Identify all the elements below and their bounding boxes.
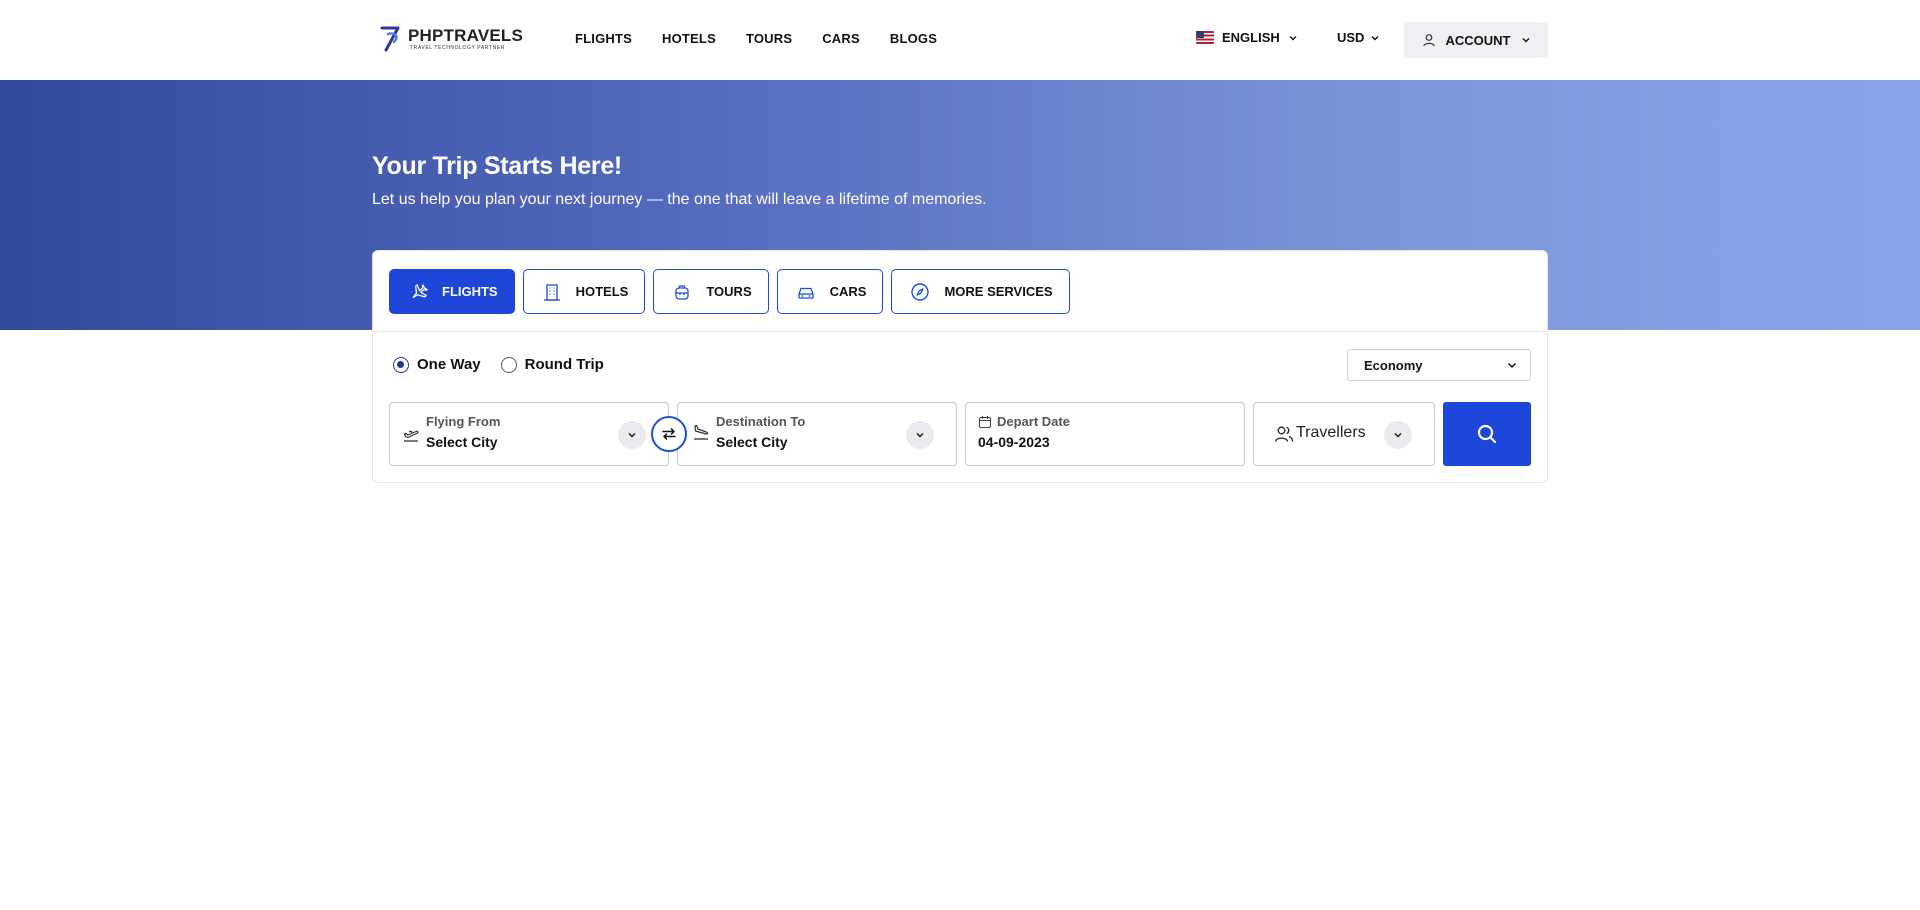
tab-cars[interactable]: CARS <box>776 269 884 314</box>
radio-round-trip[interactable]: Round Trip <box>500 356 604 373</box>
car-icon <box>797 287 814 299</box>
destination-value: Select City <box>716 434 788 450</box>
destination-dropdown[interactable] <box>906 421 934 449</box>
user-icon <box>1422 34 1435 47</box>
brand-logo[interactable]: PHPTRAVELS TRAVEL TECHNOLOGY PARTNER <box>378 24 523 54</box>
destination-field[interactable]: Destination To Select City <box>677 402 957 466</box>
cabin-class-value: Economy <box>1364 357 1423 373</box>
landing-icon <box>694 424 709 440</box>
users-icon <box>1274 426 1294 442</box>
flying-from-field[interactable]: Flying From Select City <box>389 402 669 466</box>
chevron-down-icon <box>1289 35 1297 40</box>
tab-label: MORE SERVICES <box>944 284 1053 299</box>
depart-date-value: 04-09-2023 <box>978 434 1050 450</box>
radio-unselected-icon <box>500 356 517 373</box>
destination-label: Destination To <box>716 414 806 429</box>
tab-hotels[interactable]: HOTELS <box>522 269 646 314</box>
nav-blogs[interactable]: BLOGS <box>890 31 937 46</box>
travellers-dropdown[interactable] <box>1384 421 1412 449</box>
trip-type-group: One Way Round Trip <box>393 356 604 373</box>
tab-more-services[interactable]: MORE SERVICES <box>891 269 1070 314</box>
tab-label: TOURS <box>706 284 752 299</box>
top-header: PHPTRAVELS TRAVEL TECHNOLOGY PARTNER FLI… <box>0 0 1920 80</box>
luggage-icon <box>675 284 689 300</box>
radio-label: One Way <box>417 356 481 373</box>
service-tabs: FLIGHTS HOTELS TOURS CARS MORE SERVICES <box>389 269 1070 314</box>
cabin-class-select[interactable]: Economy <box>1347 349 1531 381</box>
main-nav: FLIGHTS HOTELS TOURS CARS BLOGS <box>575 31 937 46</box>
swap-arrows-icon <box>662 428 676 440</box>
card-divider <box>373 331 1547 332</box>
radio-label: Round Trip <box>524 356 604 373</box>
tab-label: HOTELS <box>575 284 629 299</box>
logo-mark-icon <box>380 26 400 52</box>
tab-flights[interactable]: FLIGHTS <box>389 269 515 314</box>
building-icon <box>543 283 560 301</box>
brand-name: PHPTRAVELS <box>408 26 524 45</box>
us-flag-icon <box>1196 31 1214 44</box>
tab-tours[interactable]: TOURS <box>653 269 769 314</box>
currency-label: USD <box>1337 30 1365 45</box>
plane-icon <box>412 283 428 298</box>
tab-label: FLIGHTS <box>442 284 498 299</box>
depart-date-field[interactable]: Depart Date 04-09-2023 <box>965 402 1245 466</box>
account-label: ACCOUNT <box>1445 32 1511 48</box>
search-button[interactable] <box>1443 402 1531 466</box>
nav-hotels[interactable]: HOTELS <box>662 31 716 46</box>
chevron-down-icon <box>1522 38 1529 43</box>
search-icon <box>1477 424 1497 444</box>
travellers-label: Travellers <box>1296 424 1366 441</box>
language-label: ENGLISH <box>1222 30 1280 45</box>
chevron-down-icon <box>628 433 636 438</box>
brand-tagline: TRAVEL TECHNOLOGY PARTNER <box>410 45 505 51</box>
radio-selected-icon <box>393 356 409 373</box>
chevron-down-icon <box>1507 362 1517 369</box>
takeoff-icon <box>403 430 419 442</box>
chevron-down-icon <box>916 433 924 438</box>
chevron-down-icon <box>1394 433 1402 438</box>
search-card: FLIGHTS HOTELS TOURS CARS MORE SERVICES … <box>372 250 1548 483</box>
nav-cars[interactable]: CARS <box>822 31 860 46</box>
chevron-down-icon <box>1371 35 1379 40</box>
currency-dropdown[interactable]: USD <box>1337 30 1380 45</box>
radio-one-way[interactable]: One Way <box>393 356 481 373</box>
nav-flights[interactable]: FLIGHTS <box>575 31 632 46</box>
calendar-icon <box>978 416 992 429</box>
flying-from-dropdown[interactable] <box>618 421 646 449</box>
flying-from-value: Select City <box>426 434 498 450</box>
nav-tours[interactable]: TOURS <box>746 31 792 46</box>
swap-cities-button[interactable] <box>651 416 687 452</box>
language-dropdown[interactable]: ENGLISH <box>1196 30 1298 45</box>
flying-from-label: Flying From <box>426 414 501 429</box>
tab-label: CARS <box>829 284 867 299</box>
compass-icon <box>911 282 930 301</box>
depart-date-label: Depart Date <box>997 414 1070 429</box>
account-button[interactable]: ACCOUNT <box>1404 22 1548 58</box>
hero-title: Your Trip Starts Here! <box>372 152 622 180</box>
travellers-field[interactable]: Travellers <box>1253 402 1435 466</box>
hero-subtitle: Let us help you plan your next journey —… <box>372 191 987 208</box>
